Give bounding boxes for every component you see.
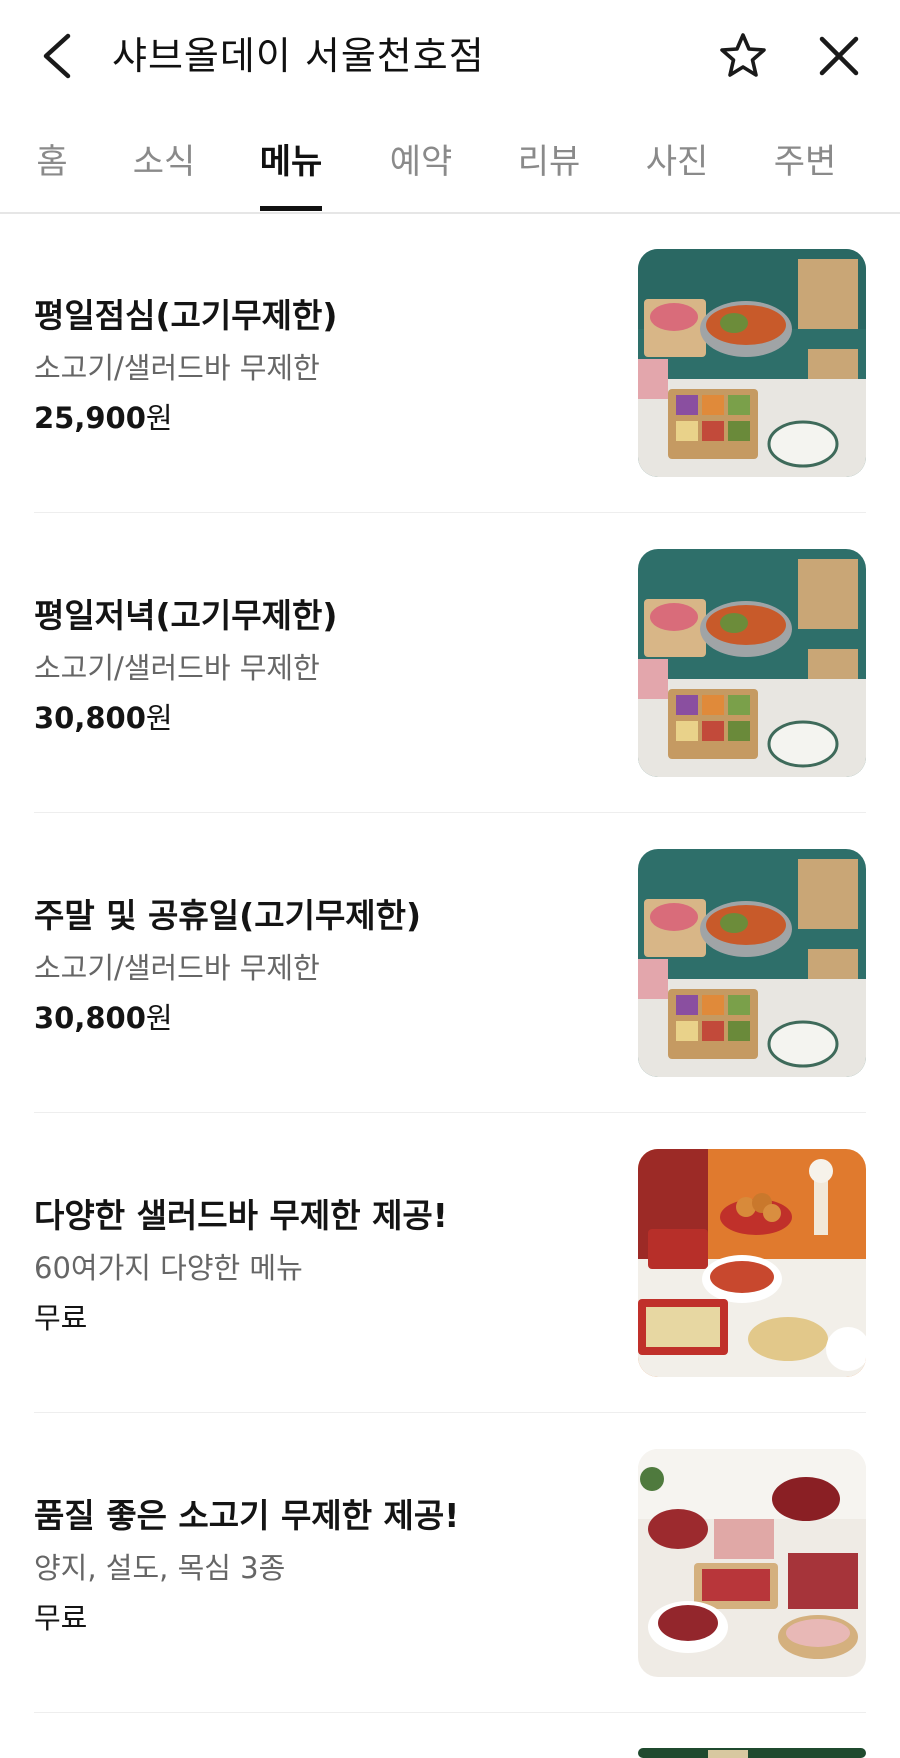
menu-item[interactable]: 주말 및 공휴일(고기무제한) 소고기/샐러드바 무제한 30,800원 bbox=[34, 813, 866, 1113]
tab-news[interactable]: 소식 bbox=[132, 140, 196, 192]
active-tab-indicator bbox=[260, 206, 322, 211]
menu-item-image[interactable] bbox=[638, 549, 866, 777]
menu-item-price: 30,800원 bbox=[34, 701, 173, 735]
menu-item-image[interactable] bbox=[638, 1449, 866, 1677]
tab-menu[interactable]: 메뉴 bbox=[258, 140, 324, 192]
close-icon bbox=[819, 36, 859, 76]
menu-item-image[interactable] bbox=[638, 1149, 866, 1377]
menu-item[interactable]: 평일저녁(고기무제한) 소고기/샐러드바 무제한 30,800원 bbox=[34, 513, 866, 813]
star-outline-icon bbox=[720, 33, 766, 77]
menu-item-price: 30,800원 bbox=[34, 1001, 173, 1035]
page-title: 샤브올데이 서울천호점 bbox=[112, 34, 485, 78]
close-button[interactable] bbox=[816, 33, 862, 79]
menu-item-name: 평일점심(고기무제한) bbox=[34, 296, 338, 335]
menu-item-price: 25,900원 bbox=[34, 401, 173, 435]
menu-item[interactable]: 평일점심(고기무제한) 소고기/샐러드바 무제한 25,900원 bbox=[34, 213, 866, 513]
menu-item-description: 60여가지 다양한 메뉴 bbox=[34, 1251, 303, 1285]
menu-item-description: 소고기/샐러드바 무제한 bbox=[34, 951, 320, 985]
menu-item-price: 무료 bbox=[34, 1301, 88, 1335]
tab-reviews[interactable]: 리뷰 bbox=[516, 140, 582, 192]
chevron-left-icon bbox=[43, 33, 71, 79]
back-button[interactable] bbox=[36, 30, 80, 82]
tab-bar: 홈 소식 메뉴 예약 리뷰 사진 주변 bbox=[0, 118, 900, 214]
tab-nearby[interactable]: 주변 bbox=[772, 140, 838, 192]
favorite-button[interactable] bbox=[718, 31, 768, 81]
top-bar: 샤브올데이 서울천호점 bbox=[0, 0, 900, 118]
menu-item-name: 다양한 샐러드바 무제한 제공! bbox=[34, 1196, 448, 1235]
menu-item-image[interactable] bbox=[638, 249, 866, 477]
menu-item-image[interactable] bbox=[638, 1748, 866, 1758]
tab-photos[interactable]: 사진 bbox=[644, 140, 710, 192]
tab-home[interactable]: 홈 bbox=[34, 140, 70, 192]
menu-item-description: 소고기/샐러드바 무제한 bbox=[34, 651, 320, 685]
menu-item-name: 평일저녁(고기무제한) bbox=[34, 596, 338, 635]
menu-item-image[interactable] bbox=[638, 849, 866, 1077]
menu-item-description: 소고기/샐러드바 무제한 bbox=[34, 351, 320, 385]
menu-item[interactable]: 품질 좋은 소고기 무제한 제공! 양지, 설도, 목심 3종 무료 bbox=[34, 1413, 866, 1713]
menu-item-name: 주말 및 공휴일(고기무제한) bbox=[34, 896, 422, 935]
menu-item-price: 무료 bbox=[34, 1601, 88, 1635]
tab-reservation[interactable]: 예약 bbox=[388, 140, 454, 192]
menu-item-description: 양지, 설도, 목심 3종 bbox=[34, 1551, 286, 1585]
menu-item-name: 품질 좋은 소고기 무제한 제공! bbox=[34, 1496, 460, 1535]
menu-item[interactable]: 다양한 샐러드바 무제한 제공! 60여가지 다양한 메뉴 무료 bbox=[34, 1113, 866, 1413]
